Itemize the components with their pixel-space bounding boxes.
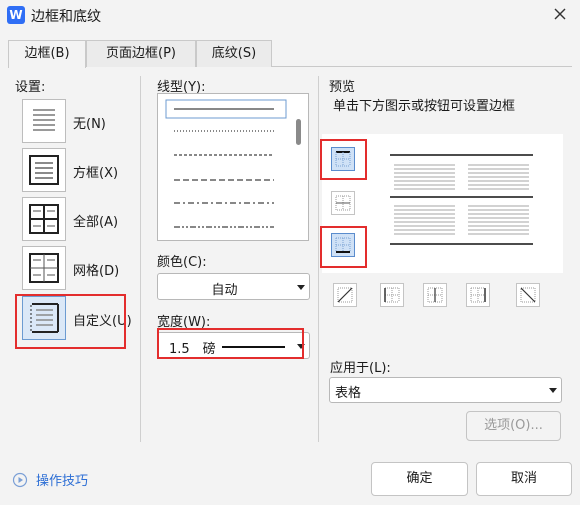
dialog-title: 边框和底纹 [31, 9, 101, 25]
diagonal-up-button[interactable] [333, 283, 357, 307]
preview-document[interactable] [369, 134, 563, 273]
apply-to-dropdown[interactable]: 表格 [329, 377, 562, 403]
border-inside-horizontal-icon [335, 195, 351, 211]
close-button[interactable] [548, 4, 572, 26]
setting-all-label: 全部(A) [73, 215, 119, 230]
line-style-options [165, 99, 287, 228]
color-value: 自动 [211, 283, 238, 298]
preview-hint: 单击下方图示或按钮可设置边框 [333, 99, 516, 114]
chevron-down-icon [549, 388, 557, 393]
setting-all[interactable] [22, 197, 66, 241]
line-style-scrollbar[interactable] [296, 119, 301, 145]
play-circle-icon [12, 472, 28, 488]
tab-shading[interactable]: 底纹(S) [196, 40, 272, 67]
color-dropdown[interactable]: 自动 [157, 273, 310, 300]
divider-left [140, 76, 141, 442]
color-heading: 颜色(C): [157, 255, 207, 270]
options-button[interactable]: 选项(O)... [466, 411, 561, 441]
border-right-button[interactable] [466, 283, 490, 307]
ok-button[interactable]: 确定 [371, 462, 468, 496]
diagonal-down-button[interactable] [516, 283, 540, 307]
setting-grid[interactable] [22, 246, 66, 290]
highlight-border-top [320, 139, 367, 180]
setting-none-label: 无(N) [73, 117, 106, 132]
border-inside-horizontal-button[interactable] [331, 191, 355, 215]
setting-grid-icon [22, 246, 66, 290]
setting-box[interactable] [22, 148, 66, 192]
settings-heading: 设置: [15, 80, 46, 95]
chevron-down-icon [297, 285, 305, 290]
setting-grid-label: 网格(D) [73, 264, 120, 279]
highlight-custom-setting [15, 294, 126, 349]
tips-label: 操作技巧 [36, 474, 89, 489]
setting-none-icon [22, 99, 66, 143]
setting-box-label: 方框(X) [73, 166, 119, 181]
border-left-icon [384, 287, 400, 303]
setting-none[interactable] [22, 99, 66, 143]
highlight-width [157, 328, 304, 359]
wps-app-icon: W [7, 6, 25, 24]
border-left-button[interactable] [380, 283, 404, 307]
border-inside-vertical-icon [427, 287, 443, 303]
setting-all-icon [22, 197, 66, 241]
close-icon [554, 8, 566, 20]
apply-to-value: 表格 [335, 386, 362, 401]
highlight-border-bottom [320, 226, 367, 268]
diagonal-up-icon [337, 287, 353, 303]
setting-box-icon [22, 148, 66, 192]
preview-heading: 预览 [329, 80, 356, 95]
tab-page-borders[interactable]: 页面边框(P) [86, 40, 196, 67]
border-inside-vertical-button[interactable] [423, 283, 447, 307]
diagonal-down-icon [520, 287, 536, 303]
cancel-button[interactable]: 取消 [476, 462, 572, 496]
border-right-icon [470, 287, 486, 303]
divider-right [318, 76, 319, 442]
line-style-list[interactable] [157, 93, 309, 241]
apply-to-heading: 应用于(L): [330, 361, 391, 376]
tab-borders[interactable]: 边框(B) [8, 40, 86, 68]
